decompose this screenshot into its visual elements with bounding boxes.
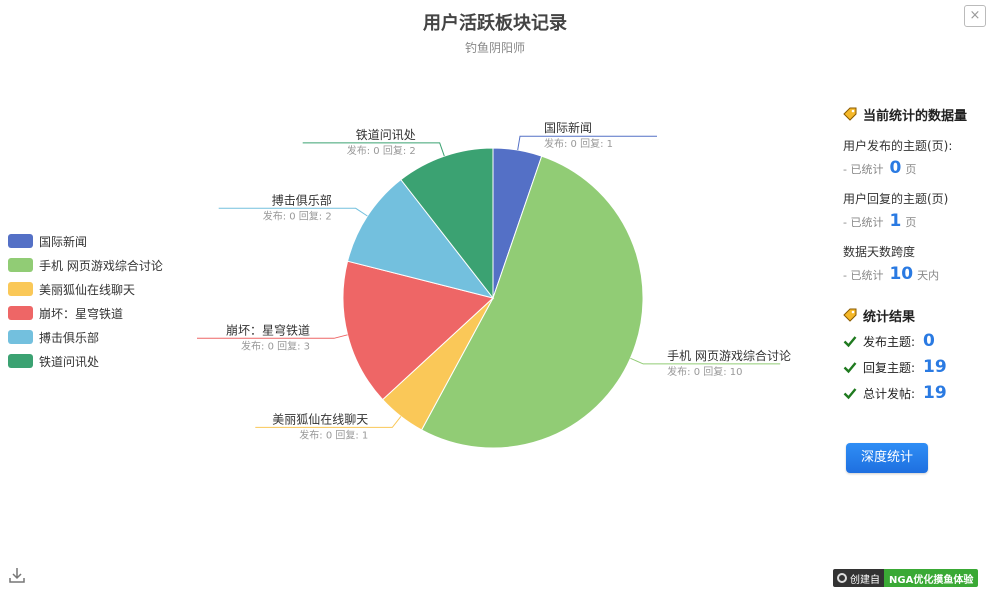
result-label: 回复主题: <box>863 360 916 375</box>
legend-item[interactable]: 崩坏：星穹铁道 <box>8 301 163 325</box>
stat-prefix: - 已统计 <box>843 216 884 229</box>
stat-value-row: - 已统计 0 页 <box>843 158 988 178</box>
result-section-title: 统计结果 <box>843 304 988 326</box>
slice-sublabel: 发布: 0 回复: 2 <box>347 144 416 157</box>
result-label: 发布主题: <box>863 334 916 349</box>
stat-label: 用户发布的主题(页): <box>843 139 953 153</box>
legend-swatch <box>8 354 33 368</box>
slice-sublabel: 发布: 0 回复: 2 <box>263 209 332 222</box>
legend-label: 铁道问讯处 <box>39 354 100 369</box>
slice-sublabel: 发布: 0 回复: 1 <box>299 428 368 441</box>
legend-item[interactable]: 国际新闻 <box>8 229 163 253</box>
badge-logo-icon <box>837 573 847 583</box>
slice-label: 崩坏：星穹铁道 <box>226 322 310 337</box>
result-number: 19 <box>923 357 947 377</box>
result-number: 19 <box>923 383 947 403</box>
slice-sublabel: 发布: 0 回复: 10 <box>667 365 742 378</box>
results-list: 发布主题: 0 回复主题: 19 总计发帖: 19 <box>843 328 988 406</box>
result-label: 总计发帖: <box>863 386 916 401</box>
legend-item[interactable]: 美丽狐仙在线聊天 <box>8 277 163 301</box>
slice-label: 手机 网页游戏综合讨论 <box>667 348 791 363</box>
deep-stats-button[interactable]: 深度统计 <box>846 443 928 473</box>
legend-label: 美丽狐仙在线聊天 <box>39 282 136 297</box>
slice-label: 搏击俱乐部 <box>272 192 332 207</box>
check-icon <box>843 388 857 400</box>
legend-label: 手机 网页游戏综合讨论 <box>39 258 163 273</box>
slice-label: 铁道问讯处 <box>356 128 416 142</box>
stat-number: 1 <box>889 211 902 231</box>
stat-label: 数据天数跨度 <box>843 245 916 259</box>
result-row: 总计发帖: 19 <box>843 380 988 406</box>
legend-swatch <box>8 234 33 248</box>
chart-legend: 国际新闻手机 网页游戏综合讨论 美丽狐仙在线聊天 崩坏：星穹铁道 搏击俱乐部铁道问讯处 <box>8 229 163 373</box>
stat-prefix: - 已统计 <box>843 269 884 282</box>
legend-label: 国际新闻 <box>39 234 88 249</box>
tag-icon <box>843 107 857 121</box>
legend-swatch <box>8 282 33 296</box>
slice-label: 国际新闻 <box>544 120 592 135</box>
legend-label: 搏击俱乐部 <box>39 330 100 345</box>
slice-sublabel: 发布: 0 回复: 1 <box>544 137 613 150</box>
legend-label: 崩坏：星穹铁道 <box>39 306 124 321</box>
download-icon[interactable] <box>8 566 26 584</box>
result-number: 0 <box>923 331 935 351</box>
created-by-badge[interactable]: 创建自 NGA优化摸鱼体验 <box>833 569 979 587</box>
legend-item[interactable]: 铁道问讯处 <box>8 349 163 373</box>
stat-unit: 页 <box>905 216 917 229</box>
result-row: 回复主题: 19 <box>843 354 988 380</box>
stats-panel: 当前统计的数据量 用户发布的主题(页): - 已统计 0 页用户回复的主题(页) - 已… <box>843 103 988 406</box>
legend-item[interactable]: 手机 网页游戏综合讨论 <box>8 253 163 277</box>
stat-number: 0 <box>889 158 902 178</box>
slice-label: 美丽狐仙在线聊天 <box>272 412 368 426</box>
legend-swatch <box>8 258 33 272</box>
check-icon <box>843 362 857 374</box>
tag-icon <box>843 308 857 322</box>
data-section-title: 当前统计的数据量 <box>843 103 988 125</box>
legend-item[interactable]: 搏击俱乐部 <box>8 325 163 349</box>
stat-unit: 页 <box>905 163 917 176</box>
stat-unit: 天内 <box>917 269 940 282</box>
result-row: 发布主题: 0 <box>843 328 988 354</box>
stat-label: 用户回复的主题(页) <box>843 192 949 206</box>
stat-number: 10 <box>889 264 914 284</box>
stat-value-row: - 已统计 10 天内 <box>843 264 988 284</box>
stat-value-row: - 已统计 1 页 <box>843 211 988 231</box>
stat-prefix: - 已统计 <box>843 163 884 176</box>
legend-swatch <box>8 306 33 320</box>
slice-sublabel: 发布: 0 回复: 3 <box>241 339 310 352</box>
legend-swatch <box>8 330 33 344</box>
check-icon <box>843 336 857 348</box>
stats-list: 用户发布的主题(页): - 已统计 0 页用户回复的主题(页) - 已统计 1 页数据天数跨… <box>843 137 988 284</box>
